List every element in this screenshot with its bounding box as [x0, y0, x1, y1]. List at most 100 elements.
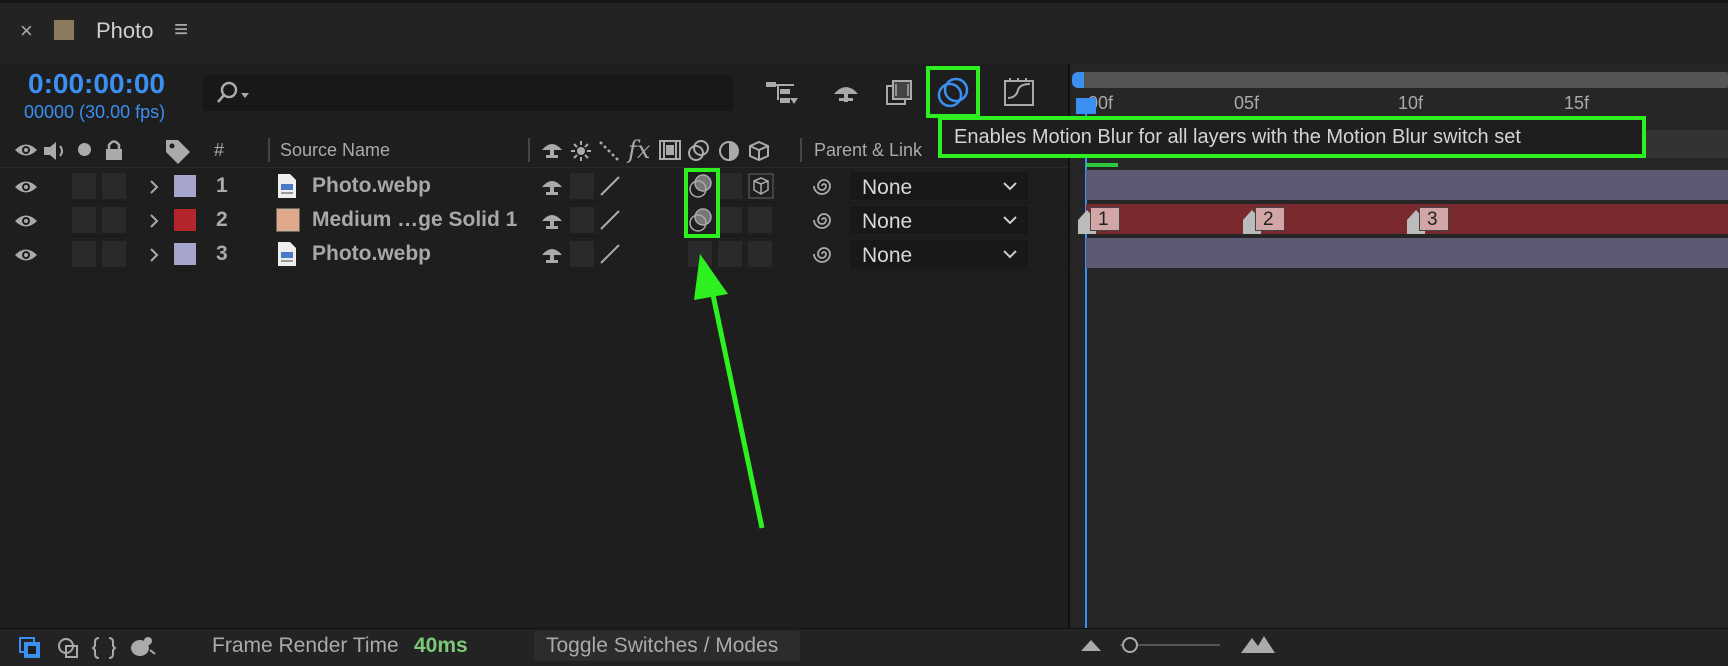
current-time-indicator-head[interactable]: [1076, 98, 1096, 114]
current-timecode[interactable]: 0:00:00:00: [28, 68, 165, 100]
visibility-eye-icon[interactable]: [14, 178, 38, 196]
adjustment-switch[interactable]: [718, 173, 742, 199]
parent-dropdown[interactable]: None: [850, 206, 1028, 234]
toggle-switches-modes-label: Toggle Switches / Modes: [546, 634, 779, 657]
visibility-eye-icon[interactable]: [14, 212, 38, 230]
label-color-swatch[interactable]: [174, 175, 196, 197]
label-tag-header-icon[interactable]: [164, 138, 192, 164]
image-file-icon: [276, 173, 298, 199]
effects-switch[interactable]: [628, 173, 652, 199]
label-color-swatch[interactable]: [174, 243, 196, 265]
column-number-header[interactable]: #: [214, 140, 224, 161]
parent-dropdown[interactable]: None: [850, 172, 1028, 200]
marker-label[interactable]: 2: [1255, 207, 1285, 231]
collapse-switch[interactable]: [570, 173, 594, 199]
3d-layer-switch[interactable]: [748, 207, 772, 233]
audio-switch[interactable]: [72, 241, 96, 267]
shy-switch-icon[interactable]: [540, 245, 564, 265]
panel-header: [0, 0, 1728, 64]
tooltip-text: Enables Motion Blur for all layers with …: [954, 126, 1521, 148]
composition-tab-title[interactable]: Photo: [96, 18, 154, 44]
column-separator[interactable]: [268, 138, 270, 162]
pick-whip-icon[interactable]: [812, 174, 836, 198]
effects-switch[interactable]: [628, 207, 652, 233]
visibility-eye-icon[interactable]: [14, 246, 38, 264]
frame-blend-switch[interactable]: [658, 241, 682, 267]
frame-blend-switch[interactable]: [658, 173, 682, 199]
work-area-start-handle[interactable]: [1072, 72, 1084, 88]
layer-source-name[interactable]: Medium …ge Solid 1: [312, 208, 517, 232]
pick-whip-icon[interactable]: [812, 208, 836, 232]
expand-chevron-icon[interactable]: [148, 246, 160, 264]
toggle-switches-modes-button[interactable]: Toggle Switches / Modes: [534, 631, 800, 661]
layer-switches-pane-icon[interactable]: [18, 636, 42, 660]
quality-header-icon[interactable]: [598, 140, 620, 162]
3d-layer-switch-icon[interactable]: [748, 173, 774, 199]
motion-blur-switches-highlight: [684, 168, 720, 238]
in-out-pane-icon[interactable]: [92, 636, 116, 660]
shy-switch-header-icon[interactable]: [540, 140, 564, 160]
ruler-label: 05f: [1234, 93, 1260, 113]
pick-whip-icon[interactable]: [812, 242, 836, 266]
effects-switch[interactable]: [628, 241, 652, 267]
expand-chevron-icon[interactable]: [148, 178, 160, 196]
solo-switch[interactable]: [102, 241, 126, 267]
panel-menu-icon[interactable]: ≡: [174, 16, 188, 44]
column-source-name-header[interactable]: Source Name: [280, 140, 390, 161]
marker-label[interactable]: 1: [1090, 207, 1120, 231]
transfer-controls-pane-icon[interactable]: [56, 636, 80, 660]
frame-blend-switch[interactable]: [658, 207, 682, 233]
hide-shy-layers-icon[interactable]: [830, 80, 862, 106]
solo-switch[interactable]: [102, 173, 126, 199]
adjustment-switch[interactable]: [718, 207, 742, 233]
collapse-switch[interactable]: [570, 241, 594, 267]
expand-chevron-icon[interactable]: [148, 212, 160, 230]
parent-dropdown[interactable]: None: [850, 240, 1028, 268]
motion-blur-header-icon[interactable]: [686, 138, 712, 162]
audio-switch[interactable]: [72, 173, 96, 199]
zoom-out-mountain-icon[interactable]: [1080, 638, 1102, 652]
quality-switch-icon[interactable]: [598, 208, 622, 232]
label-color-swatch[interactable]: [174, 209, 196, 231]
3d-layer-header-icon[interactable]: [748, 140, 770, 162]
layer-number: 1: [216, 174, 228, 197]
column-parent-link-header[interactable]: Parent & Link: [814, 140, 922, 161]
render-time-pane-icon[interactable]: [128, 634, 156, 660]
composition-flowchart-icon[interactable]: [764, 78, 800, 108]
collapse-switch[interactable]: [570, 207, 594, 233]
frame-render-time-value: 40ms: [414, 634, 468, 657]
frame-blending-icon[interactable]: [884, 78, 916, 108]
work-area-bar[interactable]: [1078, 72, 1728, 88]
audio-switch[interactable]: [72, 207, 96, 233]
shy-switch-icon[interactable]: [540, 177, 564, 197]
search-field[interactable]: [203, 75, 733, 111]
layer-track[interactable]: [1086, 170, 1728, 200]
shy-switch-icon[interactable]: [540, 211, 564, 231]
search-input[interactable]: [253, 79, 717, 107]
frame-blend-header-icon[interactable]: [658, 139, 682, 161]
solo-header-icon[interactable]: [78, 143, 91, 156]
column-separator[interactable]: [800, 138, 802, 162]
adjustment-layer-header-icon[interactable]: [718, 140, 740, 162]
effects-header-icon[interactable]: fx: [628, 136, 650, 164]
zoom-in-mountain-icon[interactable]: [1240, 634, 1276, 654]
quality-switch-icon[interactable]: [598, 242, 622, 266]
chevron-down-icon: [1003, 182, 1017, 191]
audio-header-icon[interactable]: [42, 140, 68, 162]
lock-header-icon[interactable]: [104, 139, 124, 161]
frame-render-time-label: Frame Render Time: [212, 634, 399, 657]
column-separator[interactable]: [528, 138, 530, 162]
collapse-transform-header-icon[interactable]: [570, 140, 592, 162]
quality-switch-icon[interactable]: [598, 174, 622, 198]
ruler-label: 15f: [1564, 93, 1590, 113]
marker-number: 2: [1263, 209, 1274, 230]
solo-switch[interactable]: [102, 207, 126, 233]
close-panel-button[interactable]: ×: [20, 18, 33, 44]
video-visibility-header-icon[interactable]: [14, 141, 38, 159]
graph-editor-icon[interactable]: [1002, 76, 1038, 108]
marker-label[interactable]: 3: [1419, 207, 1449, 231]
layer-source-name[interactable]: Photo.webp: [312, 174, 431, 198]
layer-track[interactable]: [1086, 238, 1728, 268]
zoom-slider-thumb[interactable]: [1122, 637, 1138, 653]
layer-source-name[interactable]: Photo.webp: [312, 242, 431, 266]
